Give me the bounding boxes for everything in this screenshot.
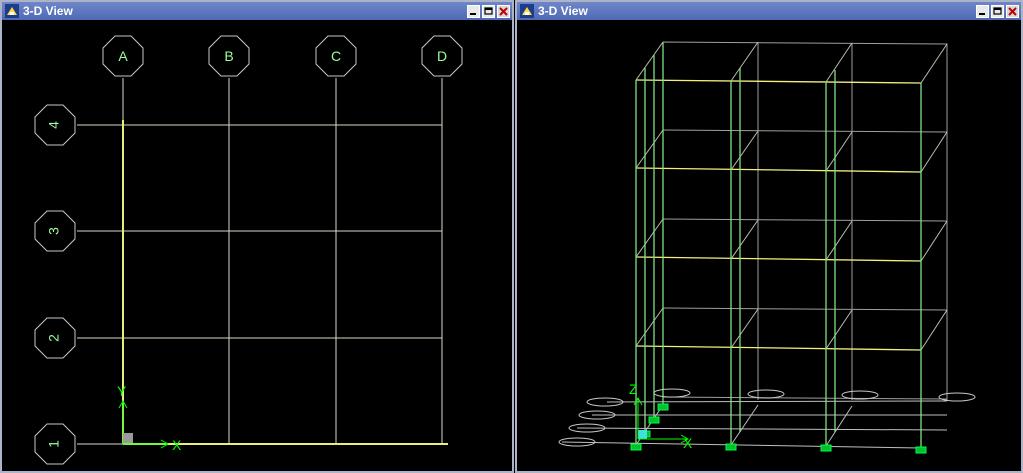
grid-label-d: D bbox=[437, 48, 447, 64]
plan-view-canvas[interactable]: A B C D 4 3 2 1 X Y bbox=[2, 20, 512, 471]
grid-label-b: B bbox=[224, 48, 233, 64]
plan-axis-triad bbox=[118, 399, 170, 449]
window-title: 3-D View bbox=[538, 4, 588, 18]
iso-view-drawing: Z X bbox=[558, 41, 976, 454]
iso-view-title-bar[interactable]: 3-D View bbox=[517, 2, 1021, 20]
grid-label-3: 3 bbox=[46, 227, 62, 235]
close-button[interactable] bbox=[497, 4, 510, 18]
grid-label-2: 2 bbox=[46, 334, 62, 342]
y-axis-label: Y bbox=[117, 383, 127, 399]
minimize-icon bbox=[470, 12, 476, 15]
close-icon bbox=[1008, 6, 1017, 16]
grid-label-1: 1 bbox=[46, 440, 62, 448]
grid-label-a: A bbox=[118, 48, 128, 64]
x-axis-label: X bbox=[683, 435, 693, 451]
close-icon bbox=[499, 6, 508, 16]
minimize-button[interactable] bbox=[976, 4, 989, 18]
iso-view-canvas[interactable]: Z X bbox=[517, 20, 1021, 471]
grid-lines bbox=[77, 78, 443, 445]
close-button[interactable] bbox=[1006, 4, 1019, 18]
grid-label-4: 4 bbox=[46, 121, 62, 129]
plan-view-title-bar[interactable]: 3-D View bbox=[2, 2, 512, 20]
minimize-icon bbox=[979, 12, 985, 15]
origin-marker bbox=[123, 433, 133, 443]
maximize-button[interactable] bbox=[991, 4, 1004, 18]
maximize-button[interactable] bbox=[482, 4, 495, 18]
minimize-button[interactable] bbox=[467, 4, 480, 18]
columns bbox=[635, 42, 922, 448]
plan-view-drawing: A B C D 4 3 2 1 X Y bbox=[34, 35, 463, 465]
grid-label-c: C bbox=[331, 48, 341, 64]
app-icon bbox=[5, 4, 19, 18]
window-title: 3-D View bbox=[23, 4, 73, 18]
plan-view-window[interactable]: 3-D View A B C D 4 3 2 1 X Y bbox=[0, 0, 514, 473]
iso-view-window[interactable]: 3-D View Z X bbox=[515, 0, 1023, 473]
z-axis-label: Z bbox=[629, 381, 638, 397]
maximize-icon bbox=[993, 6, 1002, 15]
maximize-icon bbox=[484, 6, 493, 15]
app-icon bbox=[520, 4, 534, 18]
base-grid bbox=[561, 400, 948, 449]
iso-grid-bubbles bbox=[558, 388, 976, 447]
x-axis-label: X bbox=[172, 437, 182, 453]
